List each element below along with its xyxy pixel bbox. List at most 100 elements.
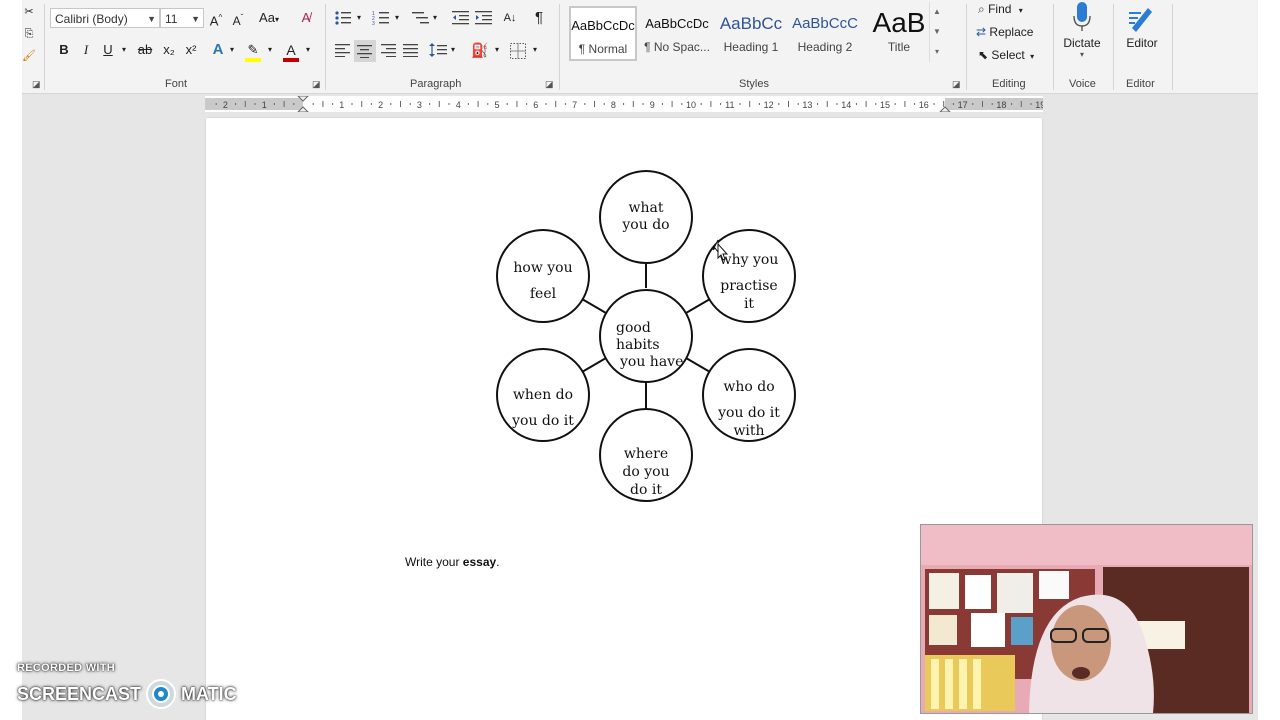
- styles-dialog-launcher[interactable]: ◪: [952, 79, 961, 90]
- style-heading-1[interactable]: AaBbCc Heading 1: [715, 6, 787, 61]
- more-styles-icon[interactable]: ▾: [930, 42, 944, 62]
- copy-icon[interactable]: ⎘: [22, 24, 36, 44]
- format-painter-icon[interactable]: 🖌: [22, 46, 36, 66]
- grow-font-button[interactable]: A^: [206, 8, 226, 31]
- align-center-button[interactable]: [354, 40, 376, 62]
- replace-button[interactable]: ⇄ Replace: [976, 23, 1033, 41]
- align-right-icon[interactable]: [381, 43, 397, 57]
- style-name: Heading 1: [723, 40, 779, 54]
- text-effects-dropdown[interactable]: ▾: [227, 40, 237, 60]
- bubble-line: what: [628, 200, 664, 216]
- increase-indent-icon[interactable]: [475, 10, 493, 26]
- font-dialog-launcher[interactable]: ◪: [312, 79, 321, 90]
- bullets-icon[interactable]: [334, 10, 352, 26]
- ruler-number: 14: [841, 100, 851, 110]
- font-size-combo[interactable]: 11 ▼: [160, 8, 204, 28]
- italic-button[interactable]: I: [76, 40, 96, 60]
- underline-button[interactable]: U: [98, 40, 118, 60]
- superscript-button[interactable]: x²: [180, 40, 202, 60]
- borders-dropdown[interactable]: ▾: [530, 40, 540, 60]
- bubble-line: do you: [622, 464, 670, 480]
- line-spacing-dropdown[interactable]: ▾: [448, 40, 458, 60]
- microphone-icon: [1073, 2, 1091, 31]
- font-name-combo[interactable]: Calibri (Body) ▼: [50, 8, 160, 28]
- ruler-tick: [671, 101, 673, 107]
- text-effects-icon[interactable]: A: [208, 40, 228, 60]
- ruler-tick: [526, 103, 528, 105]
- select-button[interactable]: ⬉ Select ▾: [978, 46, 1034, 64]
- editor-button[interactable]: Editor: [1120, 2, 1164, 58]
- highlight-dropdown[interactable]: ▾: [265, 40, 275, 60]
- bold-button[interactable]: B: [54, 40, 74, 60]
- bubble-line: practise: [720, 278, 778, 294]
- ruler-number: 5: [494, 100, 499, 110]
- ruler-tick: [545, 103, 547, 105]
- shrink-font-button[interactable]: Aˇ: [228, 8, 248, 31]
- ruler-tick: [409, 103, 411, 105]
- ruler-tick: [332, 103, 334, 105]
- change-case-button[interactable]: Aa▾: [254, 8, 284, 30]
- highlight-color-icon[interactable]: ✎: [242, 40, 264, 62]
- style-normal[interactable]: AaBbCcDc ¶ Normal: [569, 6, 637, 61]
- word-app: ✂ ⎘ 🖌 ◪ Calibri (Body) ▼ 11 ▼ A^ Aˇ Aa▾ …: [0, 0, 1280, 720]
- multilevel-list-icon[interactable]: [412, 10, 430, 26]
- bullets-dropdown[interactable]: ▾: [354, 8, 364, 28]
- numbering-icon[interactable]: 1 2 3: [372, 10, 390, 26]
- clipboard-dialog-launcher[interactable]: ◪: [32, 79, 41, 90]
- multilevel-dropdown[interactable]: ▾: [430, 8, 440, 28]
- bubble-line: you do it: [512, 413, 574, 429]
- ruler-tick: [749, 101, 751, 107]
- chevron-up-icon[interactable]: ▲: [930, 2, 944, 22]
- underline-dropdown[interactable]: ▾: [119, 40, 129, 60]
- cut-icon[interactable]: ✂: [22, 2, 36, 22]
- ruler-tick: [681, 103, 683, 105]
- style-no-spacing[interactable]: AaBbCcDc ¶ No Spac...: [641, 6, 713, 61]
- ruler-tick: [904, 101, 906, 107]
- justify-icon[interactable]: [403, 43, 419, 57]
- bubble-text-what: what you do: [604, 200, 688, 234]
- font-color-dropdown[interactable]: ▾: [303, 40, 313, 60]
- numbering-dropdown[interactable]: ▾: [392, 8, 402, 28]
- bubble-line: feel: [529, 286, 557, 302]
- move-cursor-icon: [712, 239, 728, 261]
- font-name-value: Calibri (Body): [55, 12, 128, 26]
- change-case-label: Aa: [259, 10, 275, 25]
- right-edge: [1258, 0, 1280, 720]
- watermark-line2: SCREENCAST MATIC: [17, 678, 237, 710]
- styles-scroll[interactable]: ▲ ▼ ▾: [929, 2, 944, 62]
- paragraph-dialog-launcher[interactable]: ◪: [545, 79, 554, 90]
- essay-punct: .: [496, 555, 500, 569]
- chevron-down-icon[interactable]: ▼: [930, 22, 944, 42]
- style-title[interactable]: AaB Title: [863, 6, 935, 61]
- ruler-number: 7: [572, 100, 577, 110]
- ruler-tick: [875, 103, 877, 105]
- decrease-indent-icon[interactable]: [452, 10, 470, 26]
- search-icon: ⌕: [978, 2, 985, 16]
- shading-dropdown[interactable]: ▾: [492, 40, 502, 60]
- horizontal-ruler[interactable]: 2 1 1 2 3 4 5 6 7 8 9 10 11 12 13 14 15 16 17 18 19: [205, 96, 1043, 112]
- dictate-button[interactable]: Dictate ▾: [1060, 2, 1104, 66]
- document-page[interactable]: good habits you have what you do why you…: [206, 118, 1042, 720]
- ruler-tick: [235, 103, 237, 105]
- ruler-tick: [506, 103, 508, 105]
- ruler-number: 16: [919, 100, 929, 110]
- subscript-button[interactable]: x₂: [158, 40, 180, 60]
- show-formatting-button[interactable]: ¶: [530, 8, 548, 28]
- sort-icon[interactable]: A↓: [500, 8, 520, 28]
- style-heading-2[interactable]: AaBbCcC Heading 2: [789, 6, 861, 61]
- strikethrough-button[interactable]: ab: [134, 40, 156, 60]
- styles-group-label: Styles: [739, 78, 769, 90]
- align-left-icon[interactable]: [335, 43, 351, 57]
- shading-icon[interactable]: ⛽: [470, 40, 490, 60]
- ruler-tick: [623, 103, 625, 105]
- font-color-icon[interactable]: A: [280, 40, 302, 62]
- replace-label: Replace: [989, 25, 1034, 39]
- find-button[interactable]: ⌕ Find ▾: [978, 0, 1023, 18]
- connector-line: [685, 357, 711, 373]
- essay-paragraph[interactable]: Write your essay.: [405, 555, 500, 569]
- watermark-word1: SCREENCAST: [17, 683, 142, 704]
- line-spacing-icon[interactable]: [429, 43, 447, 57]
- clear-formatting-icon[interactable]: A̸: [296, 8, 316, 28]
- borders-icon[interactable]: [510, 43, 526, 59]
- editor-label: Editor: [1126, 36, 1158, 50]
